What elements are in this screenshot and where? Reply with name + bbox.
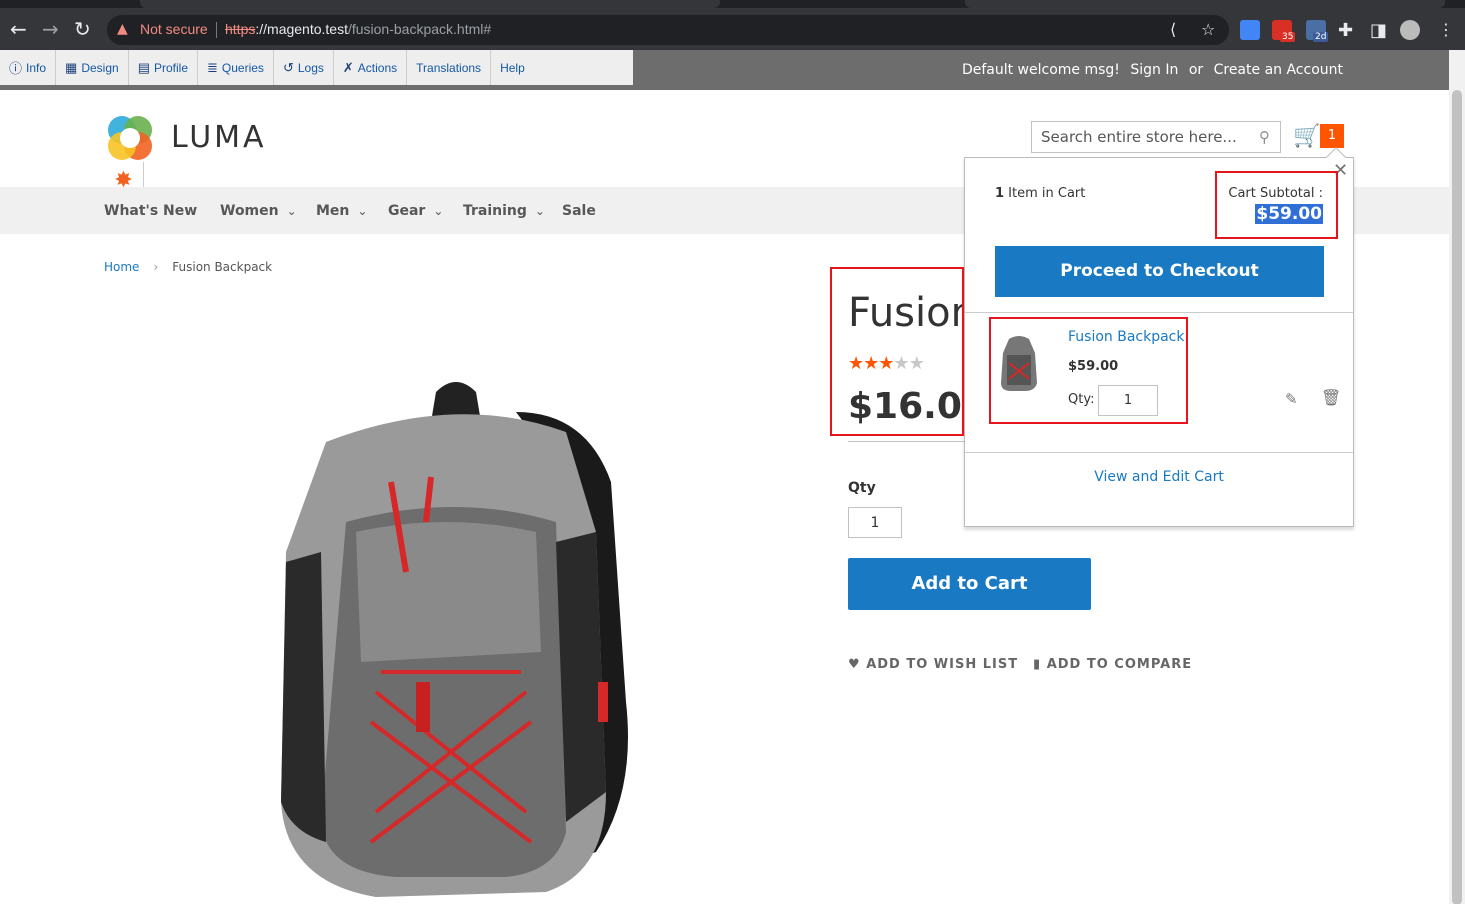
devbar-translations[interactable]: Translations xyxy=(407,50,492,85)
tab-strip xyxy=(0,0,1465,8)
translate-icon[interactable] xyxy=(1240,20,1260,40)
qty-label: Qty xyxy=(848,480,876,496)
chevron-down-icon: ⌄ xyxy=(286,204,297,218)
product-image[interactable] xyxy=(266,372,648,904)
breadcrumb: Home › Fusion Backpack xyxy=(104,260,272,274)
view-edit-cart-link[interactable]: View and Edit Cart xyxy=(965,469,1353,485)
logo-text[interactable]: LUMA xyxy=(171,120,267,155)
scrollbar-thumb[interactable] xyxy=(1452,90,1462,904)
search-icon[interactable]: ⚲ xyxy=(1259,128,1270,146)
search-input[interactable]: Search entire store here... ⚲ xyxy=(1031,121,1281,153)
star-icon[interactable]: ☆ xyxy=(1201,20,1215,39)
proceed-to-checkout-button[interactable]: Proceed to Checkout xyxy=(995,246,1324,297)
bar-chart-icon: ▮ xyxy=(1033,657,1042,672)
chevron-down-icon: ⌄ xyxy=(357,204,368,218)
chevron-down-icon: ⌄ xyxy=(433,204,444,218)
back-arrow-icon[interactable]: ← xyxy=(10,18,27,40)
nav-women[interactable]: Women ⌄ xyxy=(220,203,297,219)
avatar[interactable] xyxy=(1400,20,1420,40)
forward-arrow-icon[interactable]: → xyxy=(42,18,59,40)
trash-icon[interactable]: 🗑 xyxy=(1321,388,1341,407)
grid-icon: ▦ xyxy=(65,59,78,75)
calendar-badge: 2d xyxy=(1313,32,1329,42)
cart-count-badge[interactable]: 1 xyxy=(1320,124,1344,148)
scrollbar[interactable] xyxy=(1449,50,1465,904)
database-icon: ≣ xyxy=(207,59,218,75)
url-text[interactable]: https://magento.test/fusion-backpack.htm… xyxy=(225,21,491,37)
nav-training[interactable]: Training ⌄ xyxy=(463,203,545,219)
or-text: or xyxy=(1188,62,1204,78)
extensions-icon[interactable]: ✚ xyxy=(1338,20,1353,41)
devbar-logs[interactable]: ↺ Logs xyxy=(274,50,334,85)
sidepanel-icon[interactable]: ◨ xyxy=(1370,20,1387,41)
warning-icon: ▲ xyxy=(117,21,128,37)
nav-men[interactable]: Men ⌄ xyxy=(316,203,367,219)
tab[interactable] xyxy=(965,0,1445,8)
dev-toolbar: ✸ ⓘ Info ▦ Design ▤ Profile ≣ Queries ↺ Logs … xyxy=(0,50,633,197)
welcome-message: Default welcome msg! xyxy=(961,62,1120,78)
mail-badge: 35 xyxy=(1280,32,1296,42)
divider xyxy=(965,452,1353,453)
nav-sale[interactable]: Sale xyxy=(562,203,596,219)
breadcrumb-current: Fusion Backpack xyxy=(172,260,273,274)
address-bar[interactable]: ▲ Not secure https://magento.test/fusion… xyxy=(107,15,1229,45)
pencil-icon[interactable]: ✎ xyxy=(1285,390,1298,408)
chevron-down-icon: ⌄ xyxy=(534,204,545,218)
divider xyxy=(848,441,964,442)
breadcrumb-home[interactable]: Home xyxy=(104,260,139,274)
chevron-right-icon: › xyxy=(153,260,159,274)
nav-gear[interactable]: Gear ⌄ xyxy=(388,203,443,219)
devbar-info[interactable]: ⓘ Info xyxy=(0,50,57,85)
sign-in-link[interactable]: Sign In xyxy=(1130,62,1178,78)
add-to-cart-button[interactable]: Add to Cart xyxy=(848,558,1091,610)
reload-icon[interactable]: ↻ xyxy=(74,18,91,40)
header-links: Default welcome msg! Sign In or Create a… xyxy=(956,62,1343,78)
devbar-help[interactable]: Help xyxy=(491,50,549,85)
divider xyxy=(965,312,1353,313)
devbar-queries[interactable]: ≣ Queries xyxy=(198,50,274,85)
search-placeholder: Search entire store here... xyxy=(1041,128,1237,146)
cart-icon[interactable]: 🛒 xyxy=(1293,124,1320,149)
devbar-profile[interactable]: ▤ Profile xyxy=(129,50,198,85)
devbar-actions[interactable]: ✗ Actions xyxy=(334,50,408,85)
devbar-design[interactable]: ▦ Design xyxy=(56,50,129,85)
annotation-box xyxy=(830,267,964,436)
logs-icon: ↺ xyxy=(282,59,294,75)
info-icon: ⓘ xyxy=(9,61,23,76)
nav-whats-new[interactable]: What's New xyxy=(104,203,197,219)
not-secure-label[interactable]: Not secure xyxy=(140,21,208,37)
panel-header: ✸ ⓘ Info ▦ Design ▤ Profile ≣ Queries ↺ Logs … xyxy=(0,50,1449,197)
luma-logo-icon[interactable] xyxy=(104,112,156,164)
tab[interactable] xyxy=(140,0,720,8)
profile-icon: ▤ xyxy=(137,59,150,75)
share-icon[interactable]: ⟨ xyxy=(1170,20,1176,39)
add-to-compare-link[interactable]: ▮ ADD TO COMPARE xyxy=(1033,657,1192,672)
add-to-wishlist-link[interactable]: ♥ ADD TO WISH LIST xyxy=(848,657,1018,672)
heart-icon: ♥ xyxy=(848,657,861,672)
annotation-box xyxy=(1215,171,1338,239)
create-account-link[interactable]: Create an Account xyxy=(1214,62,1343,78)
browser-toolbar: ← → ↻ ▲ Not secure https://magento.test/… xyxy=(0,0,1465,50)
annotation-box xyxy=(989,317,1188,424)
kebab-menu-icon[interactable]: ⋮ xyxy=(1438,20,1454,39)
qty-input[interactable]: 1 xyxy=(848,507,902,538)
divider xyxy=(216,22,217,38)
minicart-item-count: 1 Item in Cart xyxy=(995,186,1086,201)
tools-icon: ✗ xyxy=(342,59,354,75)
